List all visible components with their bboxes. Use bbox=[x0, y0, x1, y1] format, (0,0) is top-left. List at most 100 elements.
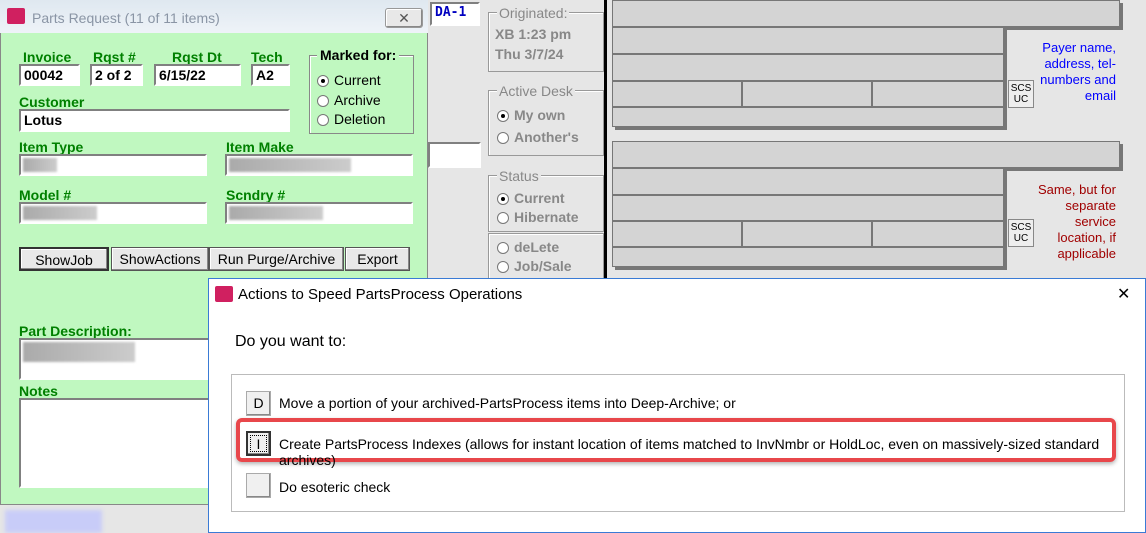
bg-input[interactable] bbox=[428, 142, 481, 168]
radio-label: My own bbox=[514, 107, 566, 123]
status-label: Status bbox=[497, 168, 541, 184]
rqst-dt-label: Rqst Dt bbox=[172, 49, 222, 65]
radio-marked-archive[interactable]: Archive bbox=[317, 92, 381, 108]
rqst-label: Rqst # bbox=[93, 49, 136, 65]
tech-field[interactable]: A2 bbox=[251, 64, 290, 86]
radio-status-current[interactable]: Current bbox=[497, 190, 565, 206]
payer-name-field[interactable] bbox=[612, 0, 1120, 27]
radio-label: Deletion bbox=[334, 111, 386, 127]
payer-phone-1[interactable] bbox=[612, 81, 742, 107]
model-field[interactable] bbox=[19, 202, 207, 224]
radio-icon bbox=[497, 212, 509, 225]
close-button[interactable]: ✕ bbox=[385, 8, 423, 28]
uc-label: UC bbox=[1013, 233, 1029, 244]
service-phone-3[interactable] bbox=[872, 221, 1004, 247]
scs-uc-button[interactable]: SCS UC bbox=[1008, 80, 1034, 108]
scs-uc-button-2[interactable]: SCS UC bbox=[1008, 219, 1034, 247]
service-note: Same, but for separate service location,… bbox=[1037, 182, 1116, 261]
originated-date: Thu 3/7/24 bbox=[495, 46, 564, 62]
service-field-2[interactable] bbox=[612, 168, 1004, 195]
service-field-3[interactable] bbox=[612, 195, 1004, 221]
service-email[interactable] bbox=[612, 247, 1004, 267]
app-icon bbox=[7, 8, 25, 24]
export-button[interactable]: Export bbox=[345, 247, 410, 271]
radio-delete[interactable]: deLete bbox=[497, 239, 559, 255]
payer-field-3[interactable] bbox=[612, 54, 1004, 81]
dialog-title: Actions to Speed PartsProcess Operations bbox=[238, 286, 523, 303]
payer-phone-3[interactable] bbox=[872, 81, 1004, 107]
create-indexes-button[interactable]: I bbox=[246, 431, 271, 456]
show-actions-button[interactable]: ShowActions bbox=[111, 247, 209, 271]
desk-id-field: DA-1 bbox=[430, 2, 480, 26]
scndry-field[interactable] bbox=[225, 202, 413, 224]
radio-label: Current bbox=[334, 72, 381, 88]
active-desk-group bbox=[488, 90, 604, 156]
radio-icon bbox=[497, 242, 509, 255]
payer-phone-2[interactable] bbox=[742, 81, 872, 107]
radio-label: Current bbox=[514, 190, 565, 206]
show-job-button[interactable]: ShowJob bbox=[19, 247, 109, 271]
radio-label: Another's bbox=[514, 129, 579, 145]
radio-icon bbox=[317, 114, 329, 127]
service-name-field[interactable] bbox=[612, 141, 1120, 168]
item-make-label: Item Make bbox=[226, 139, 294, 155]
originated-time: XB 1:23 pm bbox=[495, 26, 572, 42]
part-description-field[interactable] bbox=[19, 338, 219, 380]
uc-label: UC bbox=[1013, 94, 1029, 105]
blurred-item bbox=[5, 510, 102, 533]
radio-icon bbox=[317, 75, 329, 88]
item-make-field[interactable] bbox=[225, 154, 413, 176]
invoice-field[interactable]: 00042 bbox=[19, 64, 80, 86]
radio-icon bbox=[497, 110, 509, 123]
esoteric-check-button[interactable] bbox=[246, 473, 271, 498]
radio-icon bbox=[497, 261, 509, 274]
parts-request-titlebar[interactable]: Parts Request (11 of 11 items) ✕ bbox=[0, 0, 428, 33]
scs-label: SCS bbox=[1010, 83, 1032, 94]
originated-label: Originated: bbox=[497, 5, 570, 21]
notes-label: Notes bbox=[19, 383, 58, 399]
radio-label: Job/Sale bbox=[514, 258, 572, 274]
deep-archive-label: Move a portion of your archived-PartsPro… bbox=[279, 395, 736, 411]
dialog-prompt: Do you want to: bbox=[235, 333, 347, 350]
radio-marked-current[interactable]: Current bbox=[317, 72, 381, 88]
radio-label: deLete bbox=[514, 239, 560, 255]
radio-marked-deletion[interactable]: Deletion bbox=[317, 111, 385, 127]
payer-note: Payer name, address, tel-numbers and ema… bbox=[1040, 40, 1116, 103]
service-phone-2[interactable] bbox=[742, 221, 872, 247]
notes-field[interactable] bbox=[19, 398, 219, 488]
divider bbox=[604, 0, 607, 278]
radio-status-hibernate[interactable]: Hibernate bbox=[497, 209, 579, 225]
radio-icon bbox=[497, 193, 509, 206]
rqst-field[interactable]: 2 of 2 bbox=[90, 64, 143, 86]
radio-label: Archive bbox=[334, 92, 381, 108]
window-title: Parts Request (11 of 11 items) bbox=[32, 10, 220, 26]
create-indexes-label: Create PartsProcess Indexes (allows for … bbox=[279, 436, 1100, 468]
radio-icon bbox=[497, 132, 509, 145]
radio-my-own[interactable]: My own bbox=[497, 107, 565, 123]
originated-group bbox=[488, 12, 604, 72]
part-description-label: Part Description: bbox=[19, 323, 132, 339]
customer-field[interactable]: Lotus bbox=[19, 109, 290, 132]
payer-email[interactable] bbox=[612, 107, 1004, 127]
scs-label: SCS bbox=[1010, 222, 1032, 233]
esoteric-check-label: Do esoteric check bbox=[279, 479, 391, 495]
item-type-field[interactable] bbox=[19, 154, 207, 176]
run-purge-archive-button[interactable]: Run Purge/Archive bbox=[209, 247, 344, 271]
active-desk-label: Active Desk bbox=[497, 83, 575, 99]
invoice-label: Invoice bbox=[23, 49, 72, 65]
deep-archive-button[interactable]: D bbox=[246, 391, 271, 416]
radio-label: Hibernate bbox=[514, 209, 579, 225]
marked-for-label: Marked for: bbox=[317, 47, 400, 63]
rqst-dt-field[interactable]: 6/15/22 bbox=[154, 64, 241, 86]
item-type-label: Item Type bbox=[19, 139, 84, 155]
scndry-label: Scndry # bbox=[226, 187, 286, 203]
radio-icon bbox=[317, 95, 329, 108]
radio-job-sale[interactable]: Job/Sale bbox=[497, 258, 572, 274]
dialog-close-button[interactable]: ✕ bbox=[1117, 284, 1130, 304]
actions-dialog: Actions to Speed PartsProcess Operations… bbox=[208, 278, 1146, 533]
radio-anothers[interactable]: Another's bbox=[497, 129, 579, 145]
model-label: Model # bbox=[19, 187, 72, 203]
payer-field-2[interactable] bbox=[612, 27, 1004, 54]
service-phone-1[interactable] bbox=[612, 221, 742, 247]
tech-label: Tech bbox=[251, 49, 283, 65]
